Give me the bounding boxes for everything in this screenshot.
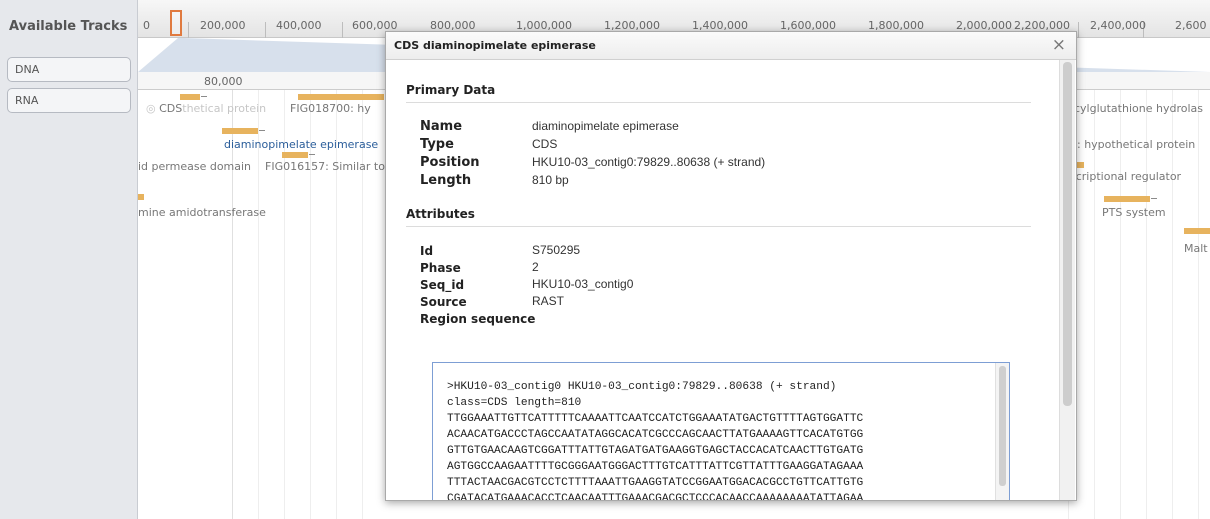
field-label-name: Name <box>420 119 463 134</box>
field-value-length: 810 bp <box>532 173 569 187</box>
overview-tick-label: 400,000 <box>276 19 322 32</box>
attr-value-phase: 2 <box>532 260 539 274</box>
grid-line <box>1198 90 1199 519</box>
attr-value-seq-id: HKU10-03_contig0 <box>532 277 634 291</box>
overview-tick <box>1078 22 1079 38</box>
feature-label-permease[interactable]: id permease domain <box>138 160 251 173</box>
overview-tick-label: 200,000 <box>200 19 246 32</box>
feature-label-glutathione[interactable]: cylglutathione hydrolas <box>1074 102 1203 115</box>
feature-label-regulator[interactable]: scriptional regulator <box>1070 170 1181 183</box>
grid-line <box>336 90 337 519</box>
region-sequence-text[interactable]: >HKU10-03_contig0 HKU10-03_contig0:79829… <box>447 379 863 500</box>
attributes-heading: Attributes <box>406 207 475 221</box>
feature-glyph[interactable] <box>298 94 391 100</box>
feature-label-epimerase[interactable]: diaminopimelate epimerase <box>224 138 378 151</box>
attr-label-seq-id: Seq_id <box>420 278 465 292</box>
track-panel-title: Available Tracks <box>9 19 128 34</box>
grid-line <box>1146 90 1147 519</box>
track-button-rna[interactable]: RNA <box>7 88 131 113</box>
field-label-position: Position <box>420 155 480 170</box>
overview-tick <box>265 22 266 38</box>
close-icon[interactable]: × <box>1052 35 1066 55</box>
attr-value-source: RAST <box>532 294 565 308</box>
overview-tick <box>342 22 343 38</box>
dialog-title: CDS diaminopimelate epimerase <box>394 39 596 52</box>
genome-browser: Available Tracks DNA RNA 0 200,000 400,0… <box>0 0 1210 519</box>
feature-detail-dialog[interactable]: CDS diaminopimelate epimerase × Primary … <box>385 31 1077 501</box>
feature-label-fig016157[interactable]: FIG016157: Similar to <box>265 160 385 173</box>
field-value-type: CDS <box>532 137 558 151</box>
dialog-titlebar[interactable]: CDS diaminopimelate epimerase × <box>386 32 1076 60</box>
field-value-name: diaminopimelate epimerase <box>532 119 679 133</box>
feature-label-amidotransferase[interactable]: mine amidotransferase <box>138 206 266 219</box>
attr-label-source: Source <box>420 295 467 309</box>
attr-label-id: Id <box>420 244 434 258</box>
field-value-position: HKU10-03_contig0:79829..80638 (+ strand) <box>532 155 766 169</box>
dialog-scrollbar-thumb[interactable] <box>1063 62 1072 406</box>
feature-label-hypothetical-right[interactable]: 0: hypothetical protein <box>1070 138 1195 151</box>
grid-line <box>232 90 233 519</box>
feature-label-cds[interactable]: ◎ CDSthetical protein <box>146 102 266 115</box>
grid-line <box>1094 90 1095 519</box>
feature-glyph[interactable] <box>1104 196 1157 202</box>
feature-glyph-epimerase[interactable] <box>222 128 265 134</box>
location-indicator[interactable] <box>170 10 182 36</box>
feature-glyph[interactable] <box>138 194 144 200</box>
section-divider <box>406 226 1031 227</box>
dialog-body: Primary Data Name diaminopimelate epimer… <box>386 60 1060 500</box>
track-button-dna[interactable]: DNA <box>7 57 131 82</box>
grid-line <box>362 90 363 519</box>
sequence-scrollbar[interactable] <box>995 363 1009 500</box>
feature-glyph[interactable] <box>180 94 207 100</box>
feature-label-fig018700[interactable]: FIG018700: hy <box>290 102 371 115</box>
overview-tick-label: 2,400,000 <box>1090 19 1146 32</box>
primary-data-heading: Primary Data <box>406 83 496 97</box>
feature-glyph[interactable] <box>282 152 315 158</box>
track-selector-panel: Available Tracks DNA RNA <box>0 0 138 519</box>
section-divider <box>406 102 1031 103</box>
grid-line <box>258 90 259 519</box>
overview-tick-label: 2,600 <box>1175 19 1207 32</box>
overview-tick-label: 0 <box>143 19 150 32</box>
feature-label-malt[interactable]: Malt <box>1184 242 1208 255</box>
region-sequence-textarea[interactable]: >HKU10-03_contig0 HKU10-03_contig0:79829… <box>432 362 1010 500</box>
grid-line <box>1172 90 1173 519</box>
sequence-scrollbar-thumb[interactable] <box>999 366 1006 486</box>
feature-glyph[interactable] <box>1184 228 1210 234</box>
field-label-type: Type <box>420 137 454 152</box>
feature-label-pts[interactable]: PTS system <box>1102 206 1166 219</box>
overview-tick <box>188 22 189 38</box>
grid-line <box>1120 90 1121 519</box>
dialog-scrollbar[interactable] <box>1059 60 1075 500</box>
attr-value-id: S750295 <box>532 243 581 257</box>
detail-ruler-label: 80,000 <box>204 75 243 88</box>
attr-label-region-sequence: Region sequence <box>420 312 536 326</box>
attr-label-phase: Phase <box>420 261 461 275</box>
field-label-length: Length <box>420 173 472 188</box>
